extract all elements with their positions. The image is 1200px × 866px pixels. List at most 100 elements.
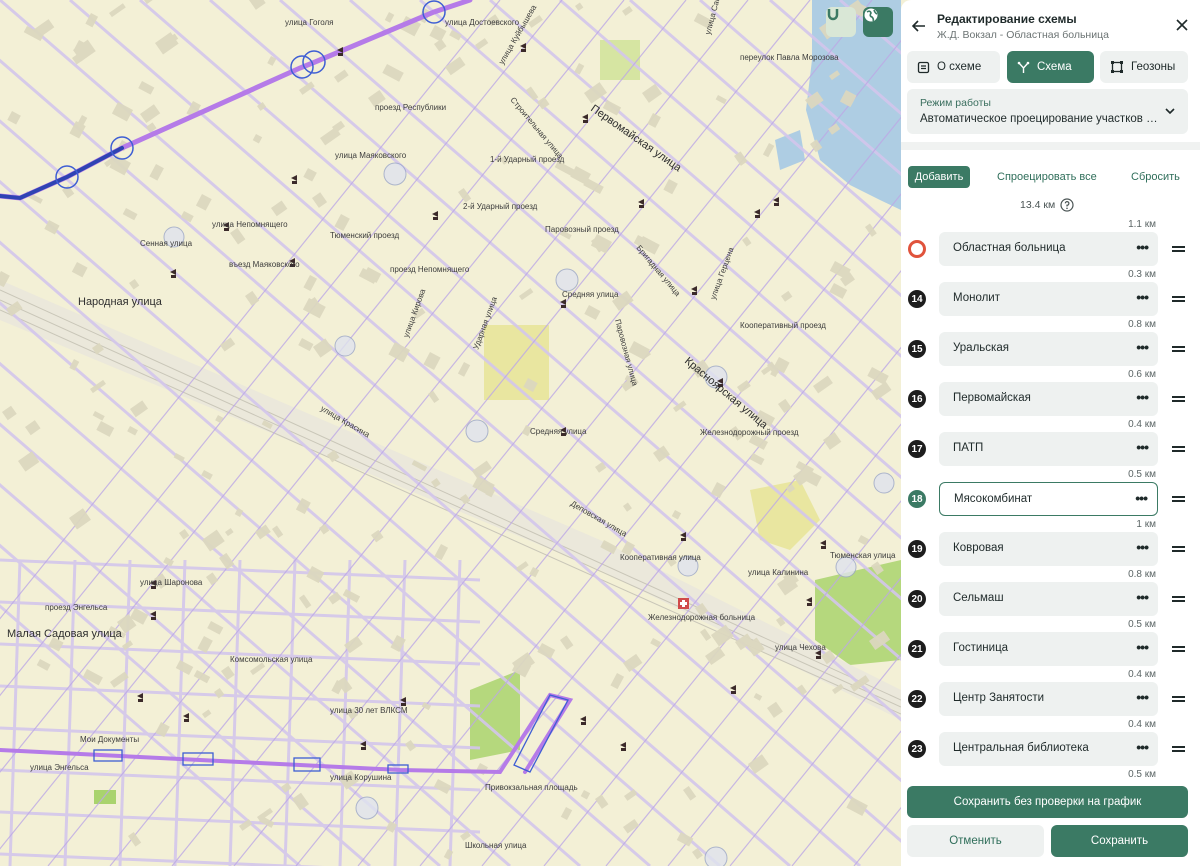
drag-handle-icon[interactable] [1172,746,1185,752]
stop-card[interactable]: Центральная библиотека ••• [939,732,1158,766]
back-arrow-icon[interactable] [909,16,929,36]
drag-handle-icon[interactable] [1172,696,1185,702]
chevron-down-icon [1165,108,1175,115]
distance-label: 0.5 км [1128,619,1156,630]
street-label: Средняя улица [562,290,619,299]
street-label: улица Шаронова [140,578,203,587]
more-options-icon[interactable]: ••• [1136,440,1149,454]
project-all-button[interactable]: Спроецировать все [997,171,1097,183]
tab-bar: О схеме Схема Геозоны [907,51,1188,83]
drag-handle-icon[interactable] [1172,396,1185,402]
stops-list[interactable]: 1.1 км Областная больница ••• 0.3 км 14 Моно… [901,218,1200,780]
street-label: Тюменская улица [830,551,896,560]
drag-handle-icon[interactable] [1172,296,1185,302]
street-label: проезд Энгельса [45,603,108,612]
more-options-icon[interactable]: ••• [1136,640,1149,654]
stop-row[interactable]: 20 Сельмаш ••• [901,582,1200,616]
total-distance-value: 13.4 км [1020,199,1056,211]
mode-select[interactable]: Режим работы Автоматическое проецировани… [907,89,1188,134]
help-icon[interactable] [1060,198,1074,212]
stop-row[interactable]: 18 Мясокомбинат ••• [901,482,1200,516]
stop-card[interactable]: Центр Занятости ••• [939,682,1158,716]
stop-card[interactable]: Гостиница ••• [939,632,1158,666]
street-label: въезд Маяковского [229,260,300,269]
drag-handle-icon[interactable] [1172,446,1185,452]
street-label: улица 30 лет ВЛКСМ [330,706,408,715]
add-button[interactable]: Добавить [908,166,970,188]
more-options-icon[interactable]: ••• [1136,290,1149,304]
more-options-icon[interactable]: ••• [1136,340,1149,354]
stop-name: Монолит [953,292,1000,304]
mode-value: Автоматическое проецирование участков на… [920,113,1160,125]
stop-row[interactable]: Областная больница ••• [901,232,1200,266]
stop-card[interactable]: Мясокомбинат ••• [939,482,1158,516]
drag-handle-icon[interactable] [1172,346,1185,352]
street-label: Железнодорожная больница [648,613,756,622]
route-icon [1017,61,1030,73]
street-label: Средняя улица [530,427,587,436]
stop-card[interactable]: Областная больница ••• [939,232,1158,266]
street-label: Тюменский проезд [330,231,399,240]
stop-name: Ковровая [953,542,1004,554]
stop-row[interactable]: 14 Монолит ••• [901,282,1200,316]
street-label: Сенная улица [140,239,193,248]
drag-handle-icon[interactable] [1172,646,1185,652]
stop-number: 19 [908,540,926,558]
stop-number: 17 [908,440,926,458]
stop-name: Областная больница [953,242,1066,254]
stop-number: 22 [908,690,926,708]
cancel-button[interactable]: Отменить [907,825,1044,857]
stop-row[interactable]: 22 Центр Занятости ••• [901,682,1200,716]
more-options-icon[interactable]: ••• [1136,590,1149,604]
street-label: Мои Документы [80,735,139,744]
stop-row[interactable]: 21 Гостиница ••• [901,632,1200,666]
tab-geozones[interactable]: Геозоны [1100,51,1188,83]
stop-row[interactable]: 19 Ковровая ••• [901,532,1200,566]
more-options-icon[interactable]: ••• [1136,740,1149,754]
save-without-check-button[interactable]: Сохранить без проверки на график [907,786,1188,818]
stop-card[interactable]: ПАТП ••• [939,432,1158,466]
street-label: Кооперативная улица [620,553,701,562]
stop-row[interactable]: 17 ПАТП ••• [901,432,1200,466]
park-area [600,40,640,80]
distance-label: 0.8 км [1128,319,1156,330]
close-icon[interactable] [1174,17,1190,33]
street-label: Школьная улица [465,841,527,850]
stop-name: Первомайская [953,392,1031,404]
distance-label: 0.4 км [1128,719,1156,730]
stop-card[interactable]: Сельмаш ••• [939,582,1158,616]
stop-card[interactable]: Первомайская ••• [939,382,1158,416]
tab-scheme[interactable]: Схема [1007,51,1094,83]
stop-row[interactable]: 15 Уральская ••• [901,332,1200,366]
tab-about[interactable]: О схеме [907,51,1000,83]
drag-handle-icon[interactable] [1172,496,1185,502]
stop-card[interactable]: Уральская ••• [939,332,1158,366]
stop-card[interactable]: Монолит ••• [939,282,1158,316]
stop-card[interactable]: Ковровая ••• [939,532,1158,566]
reset-button[interactable]: Сбросить [1131,171,1180,183]
more-options-icon[interactable]: ••• [1136,390,1149,404]
panel-header: Редактирование схемы Ж.Д. Вокзал - Облас… [901,0,1200,48]
stop-name: Мясокомбинат [954,493,1033,505]
more-options-icon[interactable]: ••• [1135,491,1148,505]
panel-subtitle: Ж.Д. Вокзал - Областная больница [937,29,1109,41]
more-options-icon[interactable]: ••• [1136,540,1149,554]
distance-label: 1 км [1136,519,1156,530]
distance-label: 0.4 км [1128,669,1156,680]
more-options-icon[interactable]: ••• [1136,240,1149,254]
street-label: улица Гоголя [285,18,333,27]
map-svg[interactable]: улица Гоголя улица Достоевскогоулица Куйб… [0,0,901,866]
drag-handle-icon[interactable] [1172,546,1185,552]
globe-icon[interactable] [863,7,893,37]
drag-handle-icon[interactable] [1172,596,1185,602]
drag-handle-icon[interactable] [1172,246,1185,252]
more-options-icon[interactable]: ••• [1136,690,1149,704]
magnet-icon[interactable] [826,7,856,37]
save-button[interactable]: Сохранить [1051,825,1188,857]
stop-name: Гостиница [953,642,1009,654]
stop-row[interactable]: 16 Первомайская ••• [901,382,1200,416]
stop-number: 16 [908,390,926,408]
stop-row[interactable]: 23 Центральная библиотека ••• [901,732,1200,766]
street-label: улица Непомнящего [212,220,288,229]
stops-toolbar: Добавить Спроецировать все Сбросить 13.4… [901,152,1200,218]
